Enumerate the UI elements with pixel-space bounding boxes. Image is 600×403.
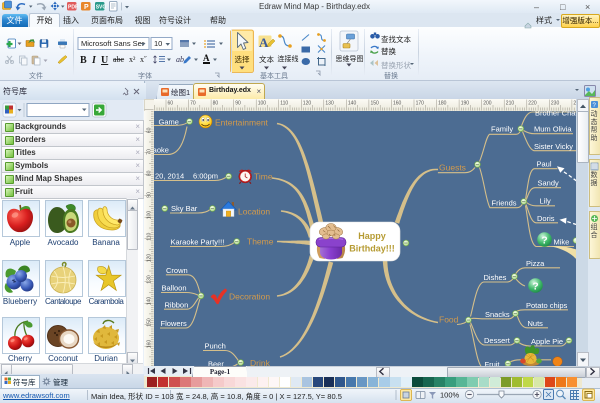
svg-text:120: 120 bbox=[147, 254, 153, 263]
svg-text:110: 110 bbox=[280, 101, 288, 107]
svg-text:PDF: PDF bbox=[68, 5, 78, 11]
svg-text:160: 160 bbox=[393, 101, 402, 107]
svg-text:100: 100 bbox=[147, 211, 153, 220]
svg-text:240: 240 bbox=[573, 101, 576, 107]
svg-text:190: 190 bbox=[461, 101, 470, 107]
svg-text:100: 100 bbox=[258, 101, 267, 107]
svg-text:200: 200 bbox=[483, 101, 492, 107]
svg-text:60: 60 bbox=[168, 101, 174, 107]
svg-text:140: 140 bbox=[348, 101, 357, 107]
svg-text:x˝: x˝ bbox=[140, 55, 147, 64]
svg-text:U: U bbox=[101, 55, 108, 66]
svg-text:210: 210 bbox=[506, 101, 515, 107]
svg-text:110: 110 bbox=[147, 233, 153, 241]
svg-text:160: 160 bbox=[147, 340, 153, 349]
svg-text:abc: abc bbox=[113, 55, 125, 64]
svg-text:130: 130 bbox=[147, 275, 153, 284]
svg-text:70: 70 bbox=[147, 149, 153, 155]
svg-text:60: 60 bbox=[147, 127, 153, 133]
svg-text:90: 90 bbox=[235, 101, 241, 107]
svg-text:220: 220 bbox=[528, 101, 537, 107]
svg-text:80: 80 bbox=[147, 170, 153, 176]
svg-text:130: 130 bbox=[325, 101, 334, 107]
svg-text:70: 70 bbox=[190, 101, 196, 107]
svg-text:ab: ab bbox=[176, 55, 184, 64]
svg-text:90: 90 bbox=[147, 192, 153, 198]
svg-text:150: 150 bbox=[371, 101, 380, 107]
svg-text:230: 230 bbox=[551, 101, 560, 107]
svg-text:A: A bbox=[203, 53, 210, 63]
svg-text:10: 10 bbox=[154, 39, 162, 48]
svg-text:A: A bbox=[259, 35, 269, 50]
svg-text:100%: 100% bbox=[440, 391, 460, 400]
svg-text:140: 140 bbox=[147, 297, 153, 306]
svg-text:B: B bbox=[80, 55, 87, 66]
svg-text:150: 150 bbox=[147, 318, 153, 327]
svg-text:x²: x² bbox=[129, 55, 136, 64]
svg-text:170: 170 bbox=[416, 101, 425, 107]
svg-text:120: 120 bbox=[303, 101, 312, 107]
svg-text:P: P bbox=[84, 4, 89, 11]
svg-text:180: 180 bbox=[438, 101, 447, 107]
svg-text:Microsoft Sans Ser: Microsoft Sans Ser bbox=[81, 39, 145, 48]
svg-text:80: 80 bbox=[213, 101, 219, 107]
svg-text:SVG: SVG bbox=[96, 5, 107, 11]
svg-text:I: I bbox=[91, 55, 97, 66]
